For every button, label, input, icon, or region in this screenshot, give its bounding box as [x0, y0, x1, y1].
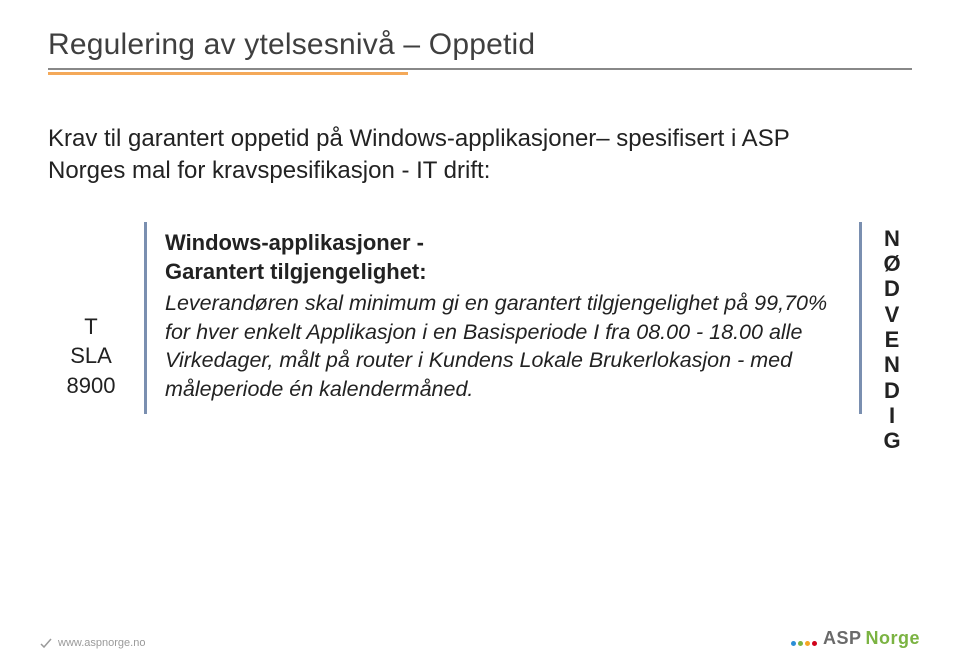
- arrow-icon: [40, 637, 52, 649]
- sla-code-line-3: 8900: [48, 371, 134, 401]
- brand-logo: ASP Norge: [791, 628, 920, 649]
- priority-letter: Ø: [872, 251, 912, 276]
- title-rule: [48, 68, 912, 70]
- priority-letter: N: [872, 352, 912, 377]
- footer: www.aspnorge.no ASP Norge: [40, 628, 920, 649]
- brand-norge: Norge: [865, 628, 920, 649]
- priority-letter: D: [872, 378, 912, 403]
- sla-code-cell: T SLA 8900: [48, 222, 134, 401]
- title-accent-rule: [48, 72, 408, 75]
- sla-code-line-2: SLA: [48, 341, 134, 371]
- brand-asp: ASP: [823, 628, 862, 649]
- footer-url-text: www.aspnorge.no: [58, 637, 145, 649]
- priority-letter: I: [872, 403, 912, 428]
- brand-dots-icon: [791, 641, 817, 646]
- content-row: T SLA 8900 Windows-applikasjoner - Garan…: [48, 222, 912, 454]
- requirement-heading-2: Garantert tilgjengelighet:: [165, 257, 841, 287]
- slide: Regulering av ytelsesnivå – Oppetid Krav…: [0, 0, 960, 663]
- priority-letter: D: [872, 276, 912, 301]
- priority-column: NØDVENDIG: [872, 222, 912, 454]
- page-title: Regulering av ytelsesnivå – Oppetid: [48, 28, 912, 62]
- footer-url: www.aspnorge.no: [40, 637, 145, 649]
- priority-letter: N: [872, 226, 912, 251]
- priority-letter: G: [872, 428, 912, 453]
- sla-code-line-1: T: [48, 312, 134, 342]
- priority-letter: E: [872, 327, 912, 352]
- intro-paragraph: Krav til garantert oppetid på Windows-ap…: [48, 123, 868, 188]
- priority-letter: V: [872, 302, 912, 327]
- requirement-body: Windows-applikasjoner - Garantert tilgje…: [144, 222, 862, 414]
- requirement-heading-1: Windows-applikasjoner -: [165, 228, 841, 258]
- requirement-text: Leverandøren skal minimum gi en garanter…: [165, 289, 841, 403]
